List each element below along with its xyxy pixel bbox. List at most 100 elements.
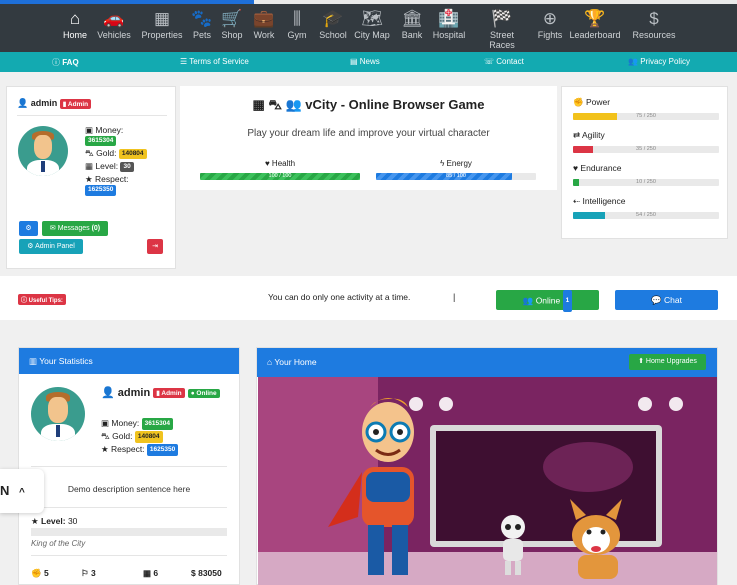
nav-item-label: Resources xyxy=(632,30,676,40)
nav-item-vehicles[interactable]: 🚗 Vehicles xyxy=(95,8,133,48)
heart-icon: ♥ xyxy=(264,159,270,168)
health-bar: 100 / 100 xyxy=(200,173,360,180)
bank-icon: 🏛 xyxy=(401,9,423,28)
respect-badge: 1625350 xyxy=(85,185,117,196)
stats-description: Demo description sentence here xyxy=(67,484,191,494)
chat-button[interactable]: 💬 Chat xyxy=(615,290,718,310)
privacy-link[interactable]: 👥 Privacy Policy xyxy=(628,57,690,66)
respect-row: ★ Respect: 1625350 xyxy=(85,174,147,196)
nav-item-shop[interactable]: 🛒 Shop xyxy=(219,8,245,48)
nav-item-label: Work xyxy=(253,30,275,40)
online-button[interactable]: 👥 Online 1 xyxy=(496,290,599,312)
comments-icon: 💬 xyxy=(651,295,662,305)
contact-link[interactable]: ☏ Contact xyxy=(484,57,524,66)
stats-rank: King of the City xyxy=(31,539,86,548)
user-icon: 👤 xyxy=(101,387,115,399)
floating-collapse-button[interactable]: N ^ xyxy=(0,469,44,513)
nav-item-fights[interactable]: ⊕ Fights xyxy=(535,8,565,48)
retweet-icon: ⇄ xyxy=(573,130,583,140)
trophy-icon: 🏆 xyxy=(584,9,606,28)
stats-footer-item: $ 83050 xyxy=(191,568,222,578)
stats-footer-item: ⚐ 3 xyxy=(81,568,96,578)
stats-username-row: 👤 admin ▮ Admin ● Online xyxy=(101,386,220,399)
divider xyxy=(17,115,167,116)
page-subtitle: Play your dream life and improve your vi… xyxy=(247,128,490,139)
nav-item-label: Pets xyxy=(192,30,211,40)
tip-divider: | xyxy=(453,292,456,302)
sign-out-icon: ⇥ xyxy=(152,243,158,250)
home-icon: ⌂ xyxy=(69,9,81,28)
nav-item-city-map[interactable]: 🗺 City Map xyxy=(353,8,391,48)
nav-item-label: Properties xyxy=(141,30,183,40)
profile-username-row: 👤 admin ▮ Admin xyxy=(17,98,92,109)
statistics-panel: ▥ Your Statistics 👤 admin ▮ Admin ● Onli… xyxy=(18,347,240,585)
cogs-icon: ⚙ xyxy=(27,243,34,250)
health-label: ♥ Health xyxy=(264,159,296,168)
news-link[interactable]: ▤ News xyxy=(350,57,380,66)
profile-username: admin xyxy=(30,98,58,108)
terms-link[interactable]: ☰ Terms of Service xyxy=(180,57,249,66)
car-icon: 🚗 xyxy=(103,9,125,28)
useful-tips-badge: ⓘ Useful Tips: xyxy=(18,294,66,305)
home-upgrades-button[interactable]: ⬆ Home Upgrades xyxy=(629,354,706,370)
cart-icon: 🛒 xyxy=(221,9,243,28)
page-title: ▦ ⛍ 👥 vCity - Online Browser Game xyxy=(252,97,485,112)
nav-item-school[interactable]: 🎓 School xyxy=(317,8,349,48)
stats-footer-item: ✊ 5 xyxy=(31,568,49,578)
nav-item-label: Vehicles xyxy=(97,30,131,40)
skill-label-agility: ⇄ Agility xyxy=(573,130,605,140)
building-icon: ▦ xyxy=(143,568,154,578)
respect-row: ★ Respect: 1625350 xyxy=(101,443,179,457)
dollar-icon: $ xyxy=(649,9,659,28)
skill-label-power: ✊ Power xyxy=(573,97,611,107)
nav-item-hospital[interactable]: 🏥 Hospital xyxy=(431,8,467,48)
tips-bar: ⓘ Useful Tips: You can do only one activ… xyxy=(0,276,737,320)
gold-row: ⛍ Gold: 140804 xyxy=(85,148,147,160)
nav-item-home[interactable]: ⌂ Home xyxy=(61,8,89,48)
nav-item-label: Bank xyxy=(401,30,423,40)
users-icon: 👥 xyxy=(285,97,302,112)
nav-item-gym[interactable]: ⫼ Gym xyxy=(285,8,309,48)
skill-bar-power: 75 / 250 xyxy=(573,113,719,120)
nav-item-work[interactable]: 💼 Work xyxy=(251,8,277,48)
game-header: ▦ ⛍ 👥 vCity - Online Browser Game Play y… xyxy=(180,86,557,190)
user-icon: 👤 xyxy=(17,98,29,108)
nav-item-label: Gym xyxy=(287,30,307,40)
building-icon: ▦ xyxy=(85,161,94,172)
floating-letter: N xyxy=(0,483,10,498)
nav-item-properties[interactable]: ▦ Properties xyxy=(140,8,184,48)
building-icon: ▦ xyxy=(252,97,265,112)
faq-link[interactable]: ⓘ FAQ xyxy=(52,57,79,68)
admin-badge: ▮ Admin xyxy=(59,98,92,109)
skills-card: ✊ Power 75 / 250 ⇄ Agility 35 / 250 ♥ Endura… xyxy=(561,86,728,239)
hospital-icon: 🏥 xyxy=(438,9,460,28)
map-icon: 🗺 xyxy=(361,9,383,28)
statistics-header: ▥ Your Statistics xyxy=(19,348,239,374)
power-icon: ✊ xyxy=(31,568,44,578)
nav-item-pets[interactable]: 🐾 Pets xyxy=(190,8,214,48)
briefcase-icon: 💼 xyxy=(253,9,275,28)
star-icon: ★ xyxy=(31,516,39,526)
avatar xyxy=(18,126,68,176)
nav-item-bank[interactable]: 🏛 Bank xyxy=(400,8,424,48)
power-icon: ✊ xyxy=(573,97,586,107)
nav-item-resources[interactable]: $ Resources xyxy=(632,8,676,48)
nav-item-leaderboard[interactable]: 🏆 Leaderboard xyxy=(569,8,621,48)
messages-button[interactable]: ✉ Messages (0) xyxy=(42,221,108,236)
star-icon: ★ xyxy=(101,444,109,455)
money-row: ▣ Money: 3615304 xyxy=(101,417,178,430)
page-progress-track xyxy=(254,0,737,4)
stats-level: ★ Level: 30 xyxy=(31,516,78,526)
level-badge: 30 xyxy=(120,161,134,173)
nav-item-street-races[interactable]: 🏁 Street Races xyxy=(476,8,528,50)
nav-item-label: Shop xyxy=(221,30,243,40)
flag-icon: ⚐ xyxy=(81,568,91,578)
skill-label-endurance: ♥ Endurance xyxy=(573,163,622,173)
dumbbell-icon: ⫼ xyxy=(293,9,301,28)
admin-panel-button[interactable]: ⚙ Admin Panel xyxy=(19,239,83,254)
users-icon: 👥 xyxy=(522,295,534,306)
settings-button[interactable]: ⚙ xyxy=(19,221,38,236)
logout-button[interactable]: ⇥ xyxy=(147,239,163,254)
online-status-badge: ● Online xyxy=(187,388,220,398)
page-progress-bar xyxy=(0,0,254,4)
